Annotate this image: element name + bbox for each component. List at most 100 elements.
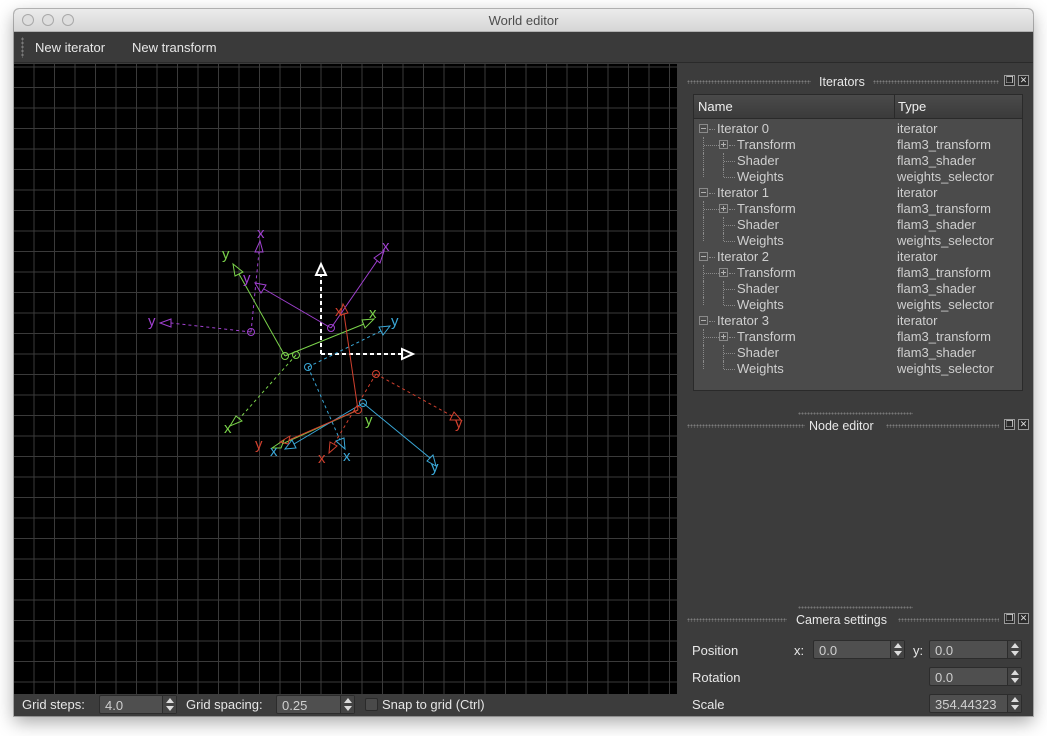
- tree-row-iterator[interactable]: Iterator 1 iterator: [694, 185, 1022, 201]
- float-dock-icon[interactable]: ❐: [1004, 613, 1015, 624]
- dock-splitter[interactable]: [798, 606, 913, 609]
- decrement-arrow-icon[interactable]: [1011, 651, 1019, 656]
- expand-icon[interactable]: [719, 204, 728, 213]
- dock-grip[interactable]: [687, 424, 805, 428]
- position-x-label: x:: [794, 643, 805, 658]
- tree-row-child[interactable]: Weights weights_selector: [694, 297, 1022, 313]
- new-transform-button[interactable]: New transform: [132, 40, 217, 55]
- decrement-arrow-icon[interactable]: [344, 706, 352, 711]
- axis-label-cyan-y2: y: [431, 459, 439, 476]
- tree-row-iterator[interactable]: Iterator 2 iterator: [694, 249, 1022, 265]
- collapse-icon[interactable]: [699, 252, 708, 261]
- transform-gizmo-red[interactable]: [278, 302, 463, 455]
- grid-spacing-value[interactable]: 0.25: [282, 698, 307, 713]
- close-dock-icon[interactable]: ✕: [1018, 613, 1029, 624]
- dock-grip[interactable]: [873, 80, 999, 84]
- grid-steps-value[interactable]: 4.0: [105, 698, 123, 713]
- tree-row-child[interactable]: Transform flam3_transform: [694, 137, 1022, 153]
- iterators-dock-title-bar[interactable]: Iterators ❐ ✕: [678, 73, 1033, 91]
- snap-to-grid-label[interactable]: Snap to grid (Ctrl): [382, 697, 485, 712]
- window-title: World editor: [488, 13, 559, 28]
- axis-label-purple-x: x: [257, 225, 265, 242]
- snap-to-grid-checkbox[interactable]: [365, 698, 378, 711]
- position-x-value[interactable]: 0.0: [819, 643, 837, 658]
- float-dock-icon[interactable]: ❐: [1004, 75, 1015, 86]
- viewport-canvas[interactable]: x y x y x y x y x y x y x y x y: [14, 64, 677, 694]
- dock-grip[interactable]: [687, 80, 811, 84]
- scale-value[interactable]: 354.44323: [935, 697, 996, 712]
- tree-row-iterator[interactable]: Iterator 0 iterator: [694, 121, 1022, 137]
- expand-icon[interactable]: [719, 332, 728, 341]
- tree-row-child[interactable]: Shader flam3_shader: [694, 153, 1022, 169]
- tree-item-name: Shader: [737, 153, 779, 168]
- node-editor-dock-title-bar[interactable]: Node editor ❐ ✕: [678, 417, 1033, 435]
- new-iterator-button[interactable]: New iterator: [35, 40, 105, 55]
- tree-row-child[interactable]: Shader flam3_shader: [694, 345, 1022, 361]
- tree-item-name: Iterator 2: [717, 249, 770, 264]
- decrement-arrow-icon[interactable]: [1011, 678, 1019, 683]
- grid-steps-label: Grid steps:: [22, 697, 85, 712]
- float-dock-icon[interactable]: ❐: [1004, 419, 1015, 430]
- column-divider[interactable]: [894, 95, 895, 119]
- increment-arrow-icon[interactable]: [894, 643, 902, 648]
- collapse-icon[interactable]: [699, 188, 708, 197]
- tree-row-child[interactable]: Weights weights_selector: [694, 169, 1022, 185]
- tree-row-child[interactable]: Weights weights_selector: [694, 233, 1022, 249]
- tree-row-child[interactable]: Shader flam3_shader: [694, 217, 1022, 233]
- expand-icon[interactable]: [719, 140, 728, 149]
- tree-row-child[interactable]: Transform flam3_transform: [694, 201, 1022, 217]
- rotation-spinbox[interactable]: 0.0: [929, 667, 1022, 686]
- tree-branch-line: [724, 177, 735, 178]
- dock-grip[interactable]: [687, 618, 787, 622]
- tree-item-type: iterator: [897, 313, 938, 328]
- tree-row-child[interactable]: Weights weights_selector: [694, 361, 1022, 377]
- collapse-icon[interactable]: [699, 124, 708, 133]
- increment-arrow-icon[interactable]: [344, 698, 352, 703]
- position-x-stepper[interactable]: [890, 641, 904, 658]
- origin-gizmo[interactable]: [314, 261, 416, 361]
- grid-steps-spinbox[interactable]: 4.0: [99, 695, 177, 714]
- scale-stepper[interactable]: [1007, 695, 1021, 712]
- grid-spacing-stepper[interactable]: [340, 696, 354, 713]
- tree-item-name: Iterator 1: [717, 185, 770, 200]
- decrement-arrow-icon[interactable]: [894, 651, 902, 656]
- grid-spacing-spinbox[interactable]: 0.25: [276, 695, 355, 714]
- dock-grip[interactable]: [898, 618, 999, 622]
- increment-arrow-icon[interactable]: [1011, 697, 1019, 702]
- expand-icon[interactable]: [719, 268, 728, 277]
- tree-row-iterator[interactable]: Iterator 3 iterator: [694, 313, 1022, 329]
- rotation-stepper[interactable]: [1007, 668, 1021, 685]
- position-y-value[interactable]: 0.0: [935, 643, 953, 658]
- axis-label-red-y: y: [455, 415, 463, 432]
- tree-row-child[interactable]: Transform flam3_transform: [694, 265, 1022, 281]
- rotation-value[interactable]: 0.0: [935, 670, 953, 685]
- close-dock-icon[interactable]: ✕: [1018, 419, 1029, 430]
- increment-arrow-icon[interactable]: [166, 698, 174, 703]
- dock-splitter[interactable]: [798, 412, 913, 415]
- increment-arrow-icon[interactable]: [1011, 670, 1019, 675]
- position-y-stepper[interactable]: [1007, 641, 1021, 658]
- camera-dock-title-bar[interactable]: Camera settings ❐ ✕: [678, 611, 1033, 629]
- increment-arrow-icon[interactable]: [1011, 643, 1019, 648]
- node-editor-area[interactable]: [678, 437, 1033, 602]
- close-dock-icon[interactable]: ✕: [1018, 75, 1029, 86]
- transform-gizmo-green[interactable]: [228, 262, 376, 449]
- tree-row-child[interactable]: Transform flam3_transform: [694, 329, 1022, 345]
- position-y-spinbox[interactable]: 0.0: [929, 640, 1022, 659]
- position-x-spinbox[interactable]: 0.0: [813, 640, 905, 659]
- decrement-arrow-icon[interactable]: [1011, 705, 1019, 710]
- column-header-type[interactable]: Type: [898, 99, 926, 114]
- tree-row-child[interactable]: Shader flam3_shader: [694, 281, 1022, 297]
- collapse-icon[interactable]: [699, 316, 708, 325]
- dock-grip[interactable]: [886, 424, 999, 428]
- grid-steps-stepper[interactable]: [162, 696, 176, 713]
- decrement-arrow-icon[interactable]: [166, 706, 174, 711]
- toolbar-grip-icon[interactable]: [21, 37, 24, 58]
- tree-item-name: Iterator 0: [717, 121, 770, 136]
- transform-gizmo-purple[interactable]: [158, 239, 385, 336]
- world-viewport[interactable]: x y x y x y x y x y x y x y x y: [14, 64, 677, 694]
- column-header-name[interactable]: Name: [698, 99, 733, 114]
- tree-item-name: Shader: [737, 281, 779, 296]
- iterators-tree[interactable]: Name Type Iterator 0 iterator Transform fla…: [693, 94, 1023, 391]
- scale-spinbox[interactable]: 354.44323: [929, 694, 1022, 713]
